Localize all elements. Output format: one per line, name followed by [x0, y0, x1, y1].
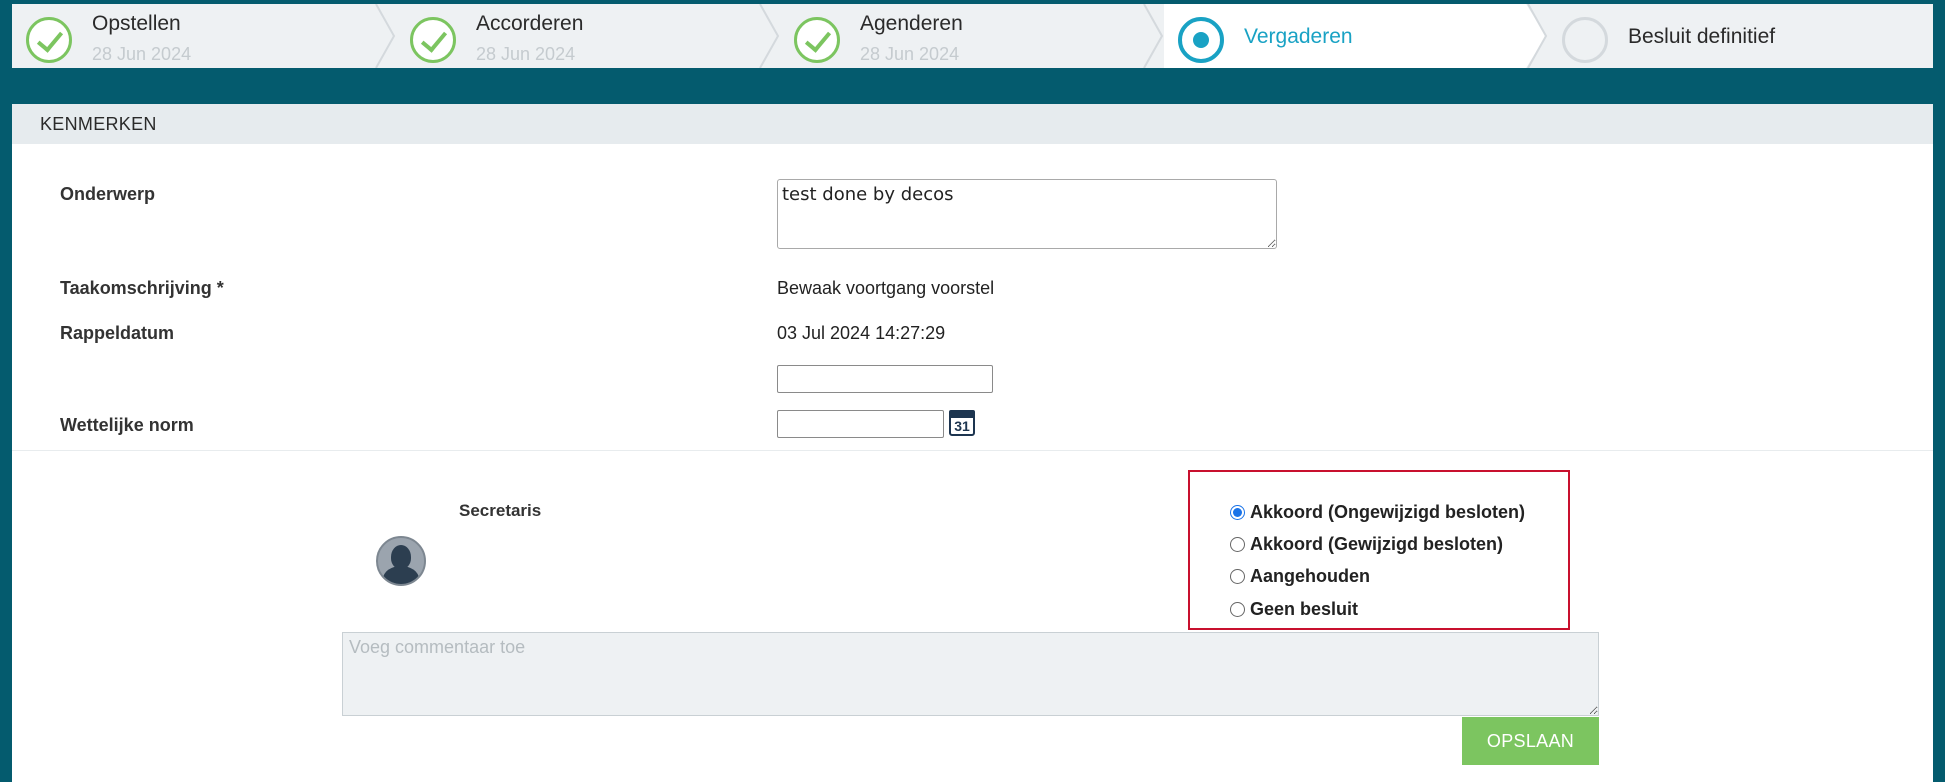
taakomschrijving-label: Taakomschrijving * [60, 278, 224, 298]
step-name: Agenderen [860, 12, 963, 35]
step-agenderen[interactable]: Agenderen 28 Jun 2024 [780, 4, 1164, 68]
onderwerp-field[interactable]: test done by decos [777, 179, 1277, 249]
step-separator [1143, 4, 1164, 68]
pending-step-icon [1562, 17, 1608, 63]
step-date: 28 Jun 2024 [860, 44, 960, 64]
step-date: 28 Jun 2024 [476, 44, 576, 64]
step-separator [1526, 4, 1550, 68]
step-opstellen[interactable]: Opstellen 28 Jun 2024 [12, 4, 396, 68]
comment-field[interactable] [342, 632, 1599, 716]
wettelijke-norm-date-input[interactable] [777, 410, 944, 438]
step-name: Vergaderen [1244, 25, 1353, 48]
radio-button[interactable] [1230, 602, 1245, 617]
current-step-icon [1178, 17, 1224, 63]
option-label: Aangehouden [1250, 566, 1370, 586]
save-button[interactable]: OPSLAAN [1462, 717, 1599, 765]
step-vergaderen[interactable]: Vergaderen [1164, 4, 1550, 68]
decision-options: Akkoord (Ongewijzigd besloten) Akkoord (… [1188, 470, 1570, 630]
role-label: Secretaris [459, 501, 542, 520]
rappeldatum-input[interactable] [777, 365, 993, 393]
step-name: Besluit definitief [1628, 25, 1776, 48]
radio-button[interactable] [1230, 569, 1245, 584]
step-accorderen[interactable]: Accorderen 28 Jun 2024 [396, 4, 780, 68]
panel-title: KENMERKEN [12, 104, 1933, 144]
option-aangehouden[interactable]: Aangehouden [1230, 566, 1370, 587]
kenmerken-panel: KENMERKEN Onderwerp test done by decos T… [12, 104, 1933, 782]
checkmark-icon [26, 17, 72, 63]
step-date: 28 Jun 2024 [92, 44, 192, 64]
radio-button[interactable] [1230, 505, 1245, 520]
rappeldatum-value: 03 Jul 2024 14:27:29 [777, 323, 946, 343]
option-label: Akkoord (Gewijzigd besloten) [1250, 534, 1504, 554]
option-label: Geen besluit [1250, 599, 1359, 619]
workflow-stepper: Opstellen 28 Jun 2024 Accorderen 28 Jun … [12, 4, 1933, 68]
step-name: Opstellen [92, 12, 181, 35]
option-geen-besluit[interactable]: Geen besluit [1230, 599, 1358, 620]
onderwerp-label: Onderwerp [60, 184, 156, 204]
calendar-day: 31 [954, 418, 970, 434]
rappeldatum-label: Rappeldatum [60, 323, 175, 343]
section-divider [12, 450, 1933, 451]
radio-button[interactable] [1230, 537, 1245, 552]
checkmark-icon [410, 17, 456, 63]
wettelijke-norm-label: Wettelijke norm [60, 415, 194, 435]
step-separator [375, 4, 396, 68]
step-separator [759, 4, 780, 68]
avatar [376, 536, 426, 586]
checkmark-icon [794, 17, 840, 63]
option-label: Akkoord (Ongewijzigd besloten) [1250, 502, 1526, 522]
taakomschrijving-value: Bewaak voortgang voorstel [777, 278, 995, 298]
option-akkoord-ongewijzigd[interactable]: Akkoord (Ongewijzigd besloten) [1230, 502, 1525, 523]
calendar-icon[interactable]: 31 [949, 410, 975, 436]
option-akkoord-gewijzigd[interactable]: Akkoord (Gewijzigd besloten) [1230, 534, 1503, 555]
step-name: Accorderen [476, 12, 584, 35]
step-besluit-definitief[interactable]: Besluit definitief [1548, 4, 1933, 68]
